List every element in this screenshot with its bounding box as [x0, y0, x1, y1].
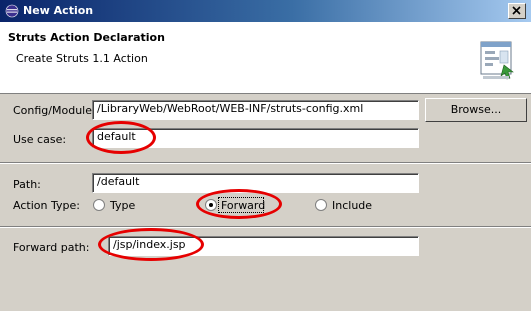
radio-type[interactable] [93, 199, 105, 211]
radio-type-label[interactable]: Type [110, 199, 135, 212]
browse-button[interactable]: Browse... [425, 98, 527, 122]
highlight-oval-forward [196, 189, 282, 219]
action-type-label: Action Type: [13, 199, 80, 212]
path-value: /default [97, 175, 140, 188]
banner-subtitle: Create Struts 1.1 Action [16, 52, 148, 65]
separator-1 [0, 162, 531, 164]
config-module-value: /LibraryWeb/WebRoot/WEB-INF/struts-confi… [97, 102, 364, 115]
forward-path-label: Forward path: [13, 241, 90, 254]
eclipse-icon [5, 4, 19, 18]
radio-include[interactable] [315, 199, 327, 211]
close-icon [512, 6, 521, 15]
separator-2 [0, 226, 531, 228]
highlight-oval-forward-path [98, 228, 204, 261]
close-button[interactable] [508, 3, 526, 19]
radio-include-label[interactable]: Include [332, 199, 372, 212]
wizard-banner: Struts Action Declaration Create Struts … [0, 22, 531, 94]
use-case-label: Use case: [13, 133, 67, 146]
path-label: Path: [13, 178, 41, 191]
title-bar[interactable]: New Action [0, 0, 531, 22]
config-module-label: Config/Module: [13, 104, 96, 117]
wizard-icon [480, 41, 514, 80]
config-module-field[interactable]: /LibraryWeb/WebRoot/WEB-INF/struts-confi… [92, 100, 419, 120]
browse-button-label: Browse... [450, 103, 502, 116]
window-title: New Action [23, 4, 94, 17]
highlight-oval-use-case [86, 121, 156, 154]
banner-title: Struts Action Declaration [8, 31, 165, 44]
